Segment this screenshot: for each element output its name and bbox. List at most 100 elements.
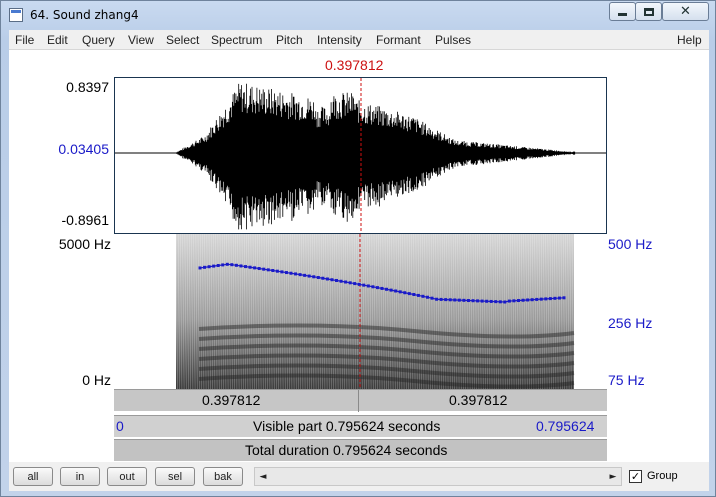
menu-view[interactable]: View	[128, 33, 154, 47]
total-duration-bar[interactable]: Total duration 0.795624 seconds	[114, 439, 607, 461]
pitch-point	[412, 293, 416, 297]
pitch-point	[517, 299, 520, 303]
visible-start-time: 0	[116, 418, 124, 434]
pitch-point	[562, 296, 566, 300]
waveform-trace	[175, 83, 576, 230]
pitch-point	[198, 266, 202, 270]
zoom-back-button[interactable]: bak	[203, 467, 243, 486]
pitch-point	[325, 277, 329, 281]
pitch-point	[266, 268, 270, 272]
group-label: Group	[647, 470, 678, 482]
pitch-point	[457, 298, 461, 302]
pitch-point	[375, 286, 379, 290]
zoom-in-button[interactable]: in	[60, 467, 100, 486]
pitch-point	[371, 285, 375, 289]
pitch-point	[380, 286, 384, 290]
pitch-point	[530, 298, 534, 302]
pitch-point	[385, 287, 389, 291]
waveform-max-label: 0.8397	[66, 79, 109, 95]
horizontal-scrollbar[interactable]: ◄ ►	[254, 467, 622, 486]
pitch-point	[498, 300, 502, 304]
cursor-time-label: 0.397812	[325, 57, 384, 73]
pitch-point	[485, 299, 489, 303]
menu-edit[interactable]: Edit	[47, 33, 68, 47]
visible-part-bar[interactable]: 0 Visible part 0.795624 seconds 0.795624	[114, 415, 607, 437]
pitch-mid-label: 256 Hz	[608, 315, 653, 331]
minimize-button[interactable]	[609, 2, 636, 21]
pitch-point	[253, 266, 257, 270]
pitch-point	[535, 297, 539, 301]
pitch-bottom-label: 75 Hz	[608, 372, 645, 388]
zoom-out-button[interactable]: out	[107, 467, 147, 486]
pitch-point	[284, 271, 288, 275]
pitch-point	[289, 271, 293, 275]
pitch-point	[448, 298, 452, 302]
pitch-point	[548, 297, 552, 301]
pitch-point	[544, 297, 548, 301]
window-app-icon	[9, 8, 23, 22]
group-checkbox[interactable]: ✓	[629, 470, 642, 483]
pitch-point	[303, 273, 307, 277]
pitch-point	[471, 299, 475, 303]
scroll-left-icon[interactable]: ◄	[255, 468, 271, 485]
window-title: 64. Sound zhang4	[30, 8, 139, 22]
menu-help[interactable]: Help	[677, 33, 702, 47]
menu-intensity[interactable]: Intensity	[317, 33, 362, 47]
menu-file[interactable]: File	[15, 33, 34, 47]
pitch-point	[403, 291, 407, 295]
pitch-point	[316, 276, 320, 280]
pitch-point	[557, 296, 561, 300]
pitch-top-label: 500 Hz	[608, 236, 653, 252]
pitch-point	[344, 280, 348, 284]
menu-bar: File Edit Query View Select Spectrum Pit…	[9, 30, 709, 50]
close-icon: ✕	[680, 4, 691, 19]
pitch-point	[234, 263, 238, 267]
zoom-all-button[interactable]: all	[13, 467, 53, 486]
selection-time-bar[interactable]: 0.397812 0.397812	[114, 389, 607, 412]
menu-query[interactable]: Query	[82, 33, 115, 47]
pitch-point	[330, 278, 334, 282]
menu-spectrum[interactable]: Spectrum	[211, 33, 262, 47]
pitch-point	[203, 265, 207, 269]
scroll-right-icon[interactable]: ►	[605, 468, 621, 485]
menu-select[interactable]: Select	[166, 33, 199, 47]
pitch-point	[476, 299, 480, 303]
pitch-point	[298, 273, 302, 277]
pitch-point	[494, 300, 498, 304]
pitch-point	[357, 282, 361, 286]
bar-divider	[358, 390, 359, 412]
menu-pitch[interactable]: Pitch	[276, 33, 303, 47]
pitch-point	[248, 265, 252, 269]
zoom-selection-button[interactable]: sel	[155, 467, 195, 486]
menu-pulses[interactable]: Pulses	[435, 33, 471, 47]
right-part-time: 0.397812	[449, 392, 508, 408]
spectrogram-panel[interactable]	[114, 233, 607, 390]
pitch-point	[426, 295, 429, 299]
pitch-point	[398, 290, 402, 294]
spectrogram-bottom-label: 0 Hz	[82, 372, 111, 388]
pitch-point	[503, 300, 507, 304]
menu-formant[interactable]: Formant	[376, 33, 421, 47]
maximize-button[interactable]	[635, 2, 662, 21]
pitch-point	[439, 297, 443, 301]
pitch-point	[262, 267, 266, 271]
close-button[interactable]: ✕	[662, 2, 709, 21]
bottom-toolbar: all in out sel bak ◄ ► ✓ Group	[9, 462, 709, 491]
pitch-point	[539, 297, 543, 301]
pitch-point	[216, 264, 220, 268]
pitch-point	[212, 264, 216, 268]
pitch-point	[526, 298, 530, 302]
editor-client-area: File Edit Query View Select Spectrum Pit…	[9, 30, 709, 491]
pitch-point	[271, 269, 275, 273]
pitch-point	[225, 262, 229, 266]
spectrogram-top-label: 5000 Hz	[58, 236, 111, 252]
pitch-point	[507, 299, 511, 303]
pitch-point	[307, 274, 311, 278]
pitch-point	[553, 296, 557, 300]
waveform-panel[interactable]	[114, 77, 607, 234]
pitch-point	[348, 281, 352, 285]
pitch-point	[221, 263, 225, 267]
minimize-icon	[618, 13, 627, 16]
pitch-point	[244, 265, 247, 269]
title-bar[interactable]: 64. Sound zhang4 ✕	[1, 1, 716, 29]
